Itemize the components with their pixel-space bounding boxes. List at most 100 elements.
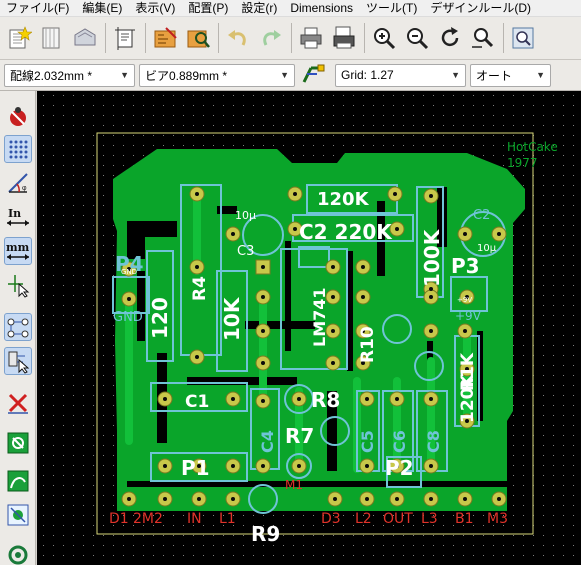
netlist-icon[interactable] <box>150 23 180 53</box>
mm-units-icon[interactable]: mm <box>4 237 32 265</box>
zoom-value: オート <box>476 68 513 83</box>
label-c3-value: 10μ <box>235 209 256 222</box>
label-c6: C6 <box>390 430 409 453</box>
label-p3: P3 <box>451 254 480 278</box>
label-lm741: LM741 <box>310 287 329 347</box>
label-c2: C2 <box>473 208 490 223</box>
new-board-icon[interactable] <box>4 23 34 53</box>
inches-units-icon[interactable]: In <box>4 203 32 231</box>
label-m1: M1 <box>285 478 303 492</box>
toolbar-separator <box>364 23 365 53</box>
menu-tools[interactable]: ツール(T) <box>360 0 424 16</box>
delete-ratsnest-icon[interactable] <box>4 389 32 417</box>
label-c220k: C2 220K <box>299 220 393 244</box>
grid-select[interactable]: Grid: 1.27 ▼ <box>335 63 466 87</box>
plot-icon[interactable] <box>329 23 359 53</box>
drc-icon[interactable] <box>183 23 213 53</box>
label-vplus-pad: +9V <box>457 296 472 304</box>
polar-coords-icon[interactable]: φ <box>4 169 32 197</box>
open-library-icon[interactable] <box>37 23 67 53</box>
label-b1: B1 <box>455 511 474 527</box>
label-p2: P2 <box>385 456 414 480</box>
label-r9: R9 <box>251 522 280 546</box>
zone-outline-icon[interactable] <box>4 467 32 495</box>
menu-place[interactable]: 配置(P) <box>182 0 235 16</box>
menu-view[interactable]: 表示(V) <box>129 0 182 16</box>
pcb-canvas[interactable]: 120K C2 220K 100K C2 10μ C3 10μ R4 120 1… <box>37 91 581 565</box>
redo-icon[interactable] <box>256 23 286 53</box>
auto-track-width-icon[interactable] <box>299 61 329 89</box>
svg-text:φ: φ <box>22 185 27 192</box>
label-c2-value: 10μ <box>477 243 497 254</box>
left-toolbar: φ In mm <box>0 91 36 565</box>
print-icon[interactable] <box>296 23 326 53</box>
chevron-down-icon: ▼ <box>120 70 129 80</box>
menu-dimensions[interactable]: Dimensions <box>284 0 360 16</box>
cursor-shape-icon[interactable] <box>4 271 32 299</box>
label-l3: L3 <box>421 511 438 527</box>
toolbar-separator <box>218 23 219 53</box>
menu-bar: ファイル(F) 編集(E) 表示(V) 配置(P) 設定(r) Dimensio… <box>0 0 581 17</box>
label-vplus: +9V <box>455 309 482 323</box>
redraw-icon[interactable] <box>435 23 465 53</box>
toolbar-separator <box>145 23 146 53</box>
label-d3: D3 <box>321 511 341 527</box>
svg-text:In: In <box>8 207 21 220</box>
label-120k: 120K <box>317 189 370 210</box>
board-year: 1977 <box>507 156 538 170</box>
label-r8: R8 <box>311 388 340 412</box>
label-m3: M3 <box>487 511 508 527</box>
undo-icon[interactable] <box>223 23 253 53</box>
menu-edit[interactable]: 編集(E) <box>76 0 129 16</box>
label-in: IN <box>187 511 202 527</box>
via-size-value: ビア0.889mm * <box>145 68 228 83</box>
drc-off-icon[interactable] <box>4 103 32 131</box>
menu-file[interactable]: ファイル(F) <box>0 0 76 16</box>
svg-text:mm: mm <box>6 241 30 254</box>
label-l2: L2 <box>355 511 372 527</box>
label-c4: C4 <box>258 430 277 453</box>
label-l1: L1 <box>219 511 236 527</box>
main-toolbar <box>0 17 581 60</box>
chevron-down-icon: ▼ <box>280 70 289 80</box>
track-width-select[interactable]: 配線2.032mm * ▼ <box>4 63 135 87</box>
chevron-down-icon: ▼ <box>451 70 460 80</box>
label-c1: C1 <box>185 392 209 412</box>
grid-toggle-icon[interactable] <box>4 135 32 163</box>
module-ratsnest-icon[interactable] <box>4 347 32 375</box>
label-r120k-2: 120K <box>458 374 478 423</box>
label-r10k: 10K <box>220 296 244 341</box>
zone-fill-icon[interactable] <box>4 429 32 457</box>
label-gnd-pad: GND <box>121 268 137 276</box>
save-icon[interactable] <box>70 23 100 53</box>
menu-settings[interactable]: 設定(r) <box>235 0 284 16</box>
label-r7: R7 <box>285 424 314 448</box>
find-icon[interactable] <box>508 23 538 53</box>
zone-sketch-icon[interactable] <box>4 501 32 529</box>
menu-design-rules[interactable]: デザインルール(D) <box>424 0 538 16</box>
label-2m2: 2M2 <box>133 511 163 527</box>
ratsnest-icon[interactable] <box>4 313 32 341</box>
label-out: OUT <box>383 511 413 527</box>
grid-value: Grid: 1.27 <box>341 68 394 82</box>
toolbar-separator <box>105 23 106 53</box>
page-settings-icon[interactable] <box>110 23 140 53</box>
pcbnew-window: ファイル(F) 編集(E) 表示(V) 配置(P) 設定(r) Dimensio… <box>0 0 581 565</box>
zoom-fit-icon[interactable] <box>468 23 498 53</box>
zoom-in-icon[interactable] <box>369 23 399 53</box>
label-c8: C8 <box>424 430 443 453</box>
label-r4: R4 <box>190 276 210 301</box>
zoom-out-icon[interactable] <box>402 23 432 53</box>
label-100k: 100K <box>420 228 444 287</box>
track-width-value: 配線2.032mm * <box>10 68 93 83</box>
label-r120: 120 <box>148 297 172 339</box>
zoom-select[interactable]: オート ▼ <box>470 63 551 87</box>
label-c3: C3 <box>237 244 254 259</box>
options-toolbar: 配線2.032mm * ▼ ビア0.889mm * ▼ Grid: 1.27 ▼… <box>0 60 581 91</box>
label-d1: D1 <box>109 511 129 527</box>
toolbar-separator <box>291 23 292 53</box>
via-show-icon[interactable] <box>4 541 32 565</box>
label-gnd-left: GND <box>113 310 143 325</box>
via-size-select[interactable]: ビア0.889mm * ▼ <box>139 63 295 87</box>
toolbar-separator <box>503 23 504 53</box>
